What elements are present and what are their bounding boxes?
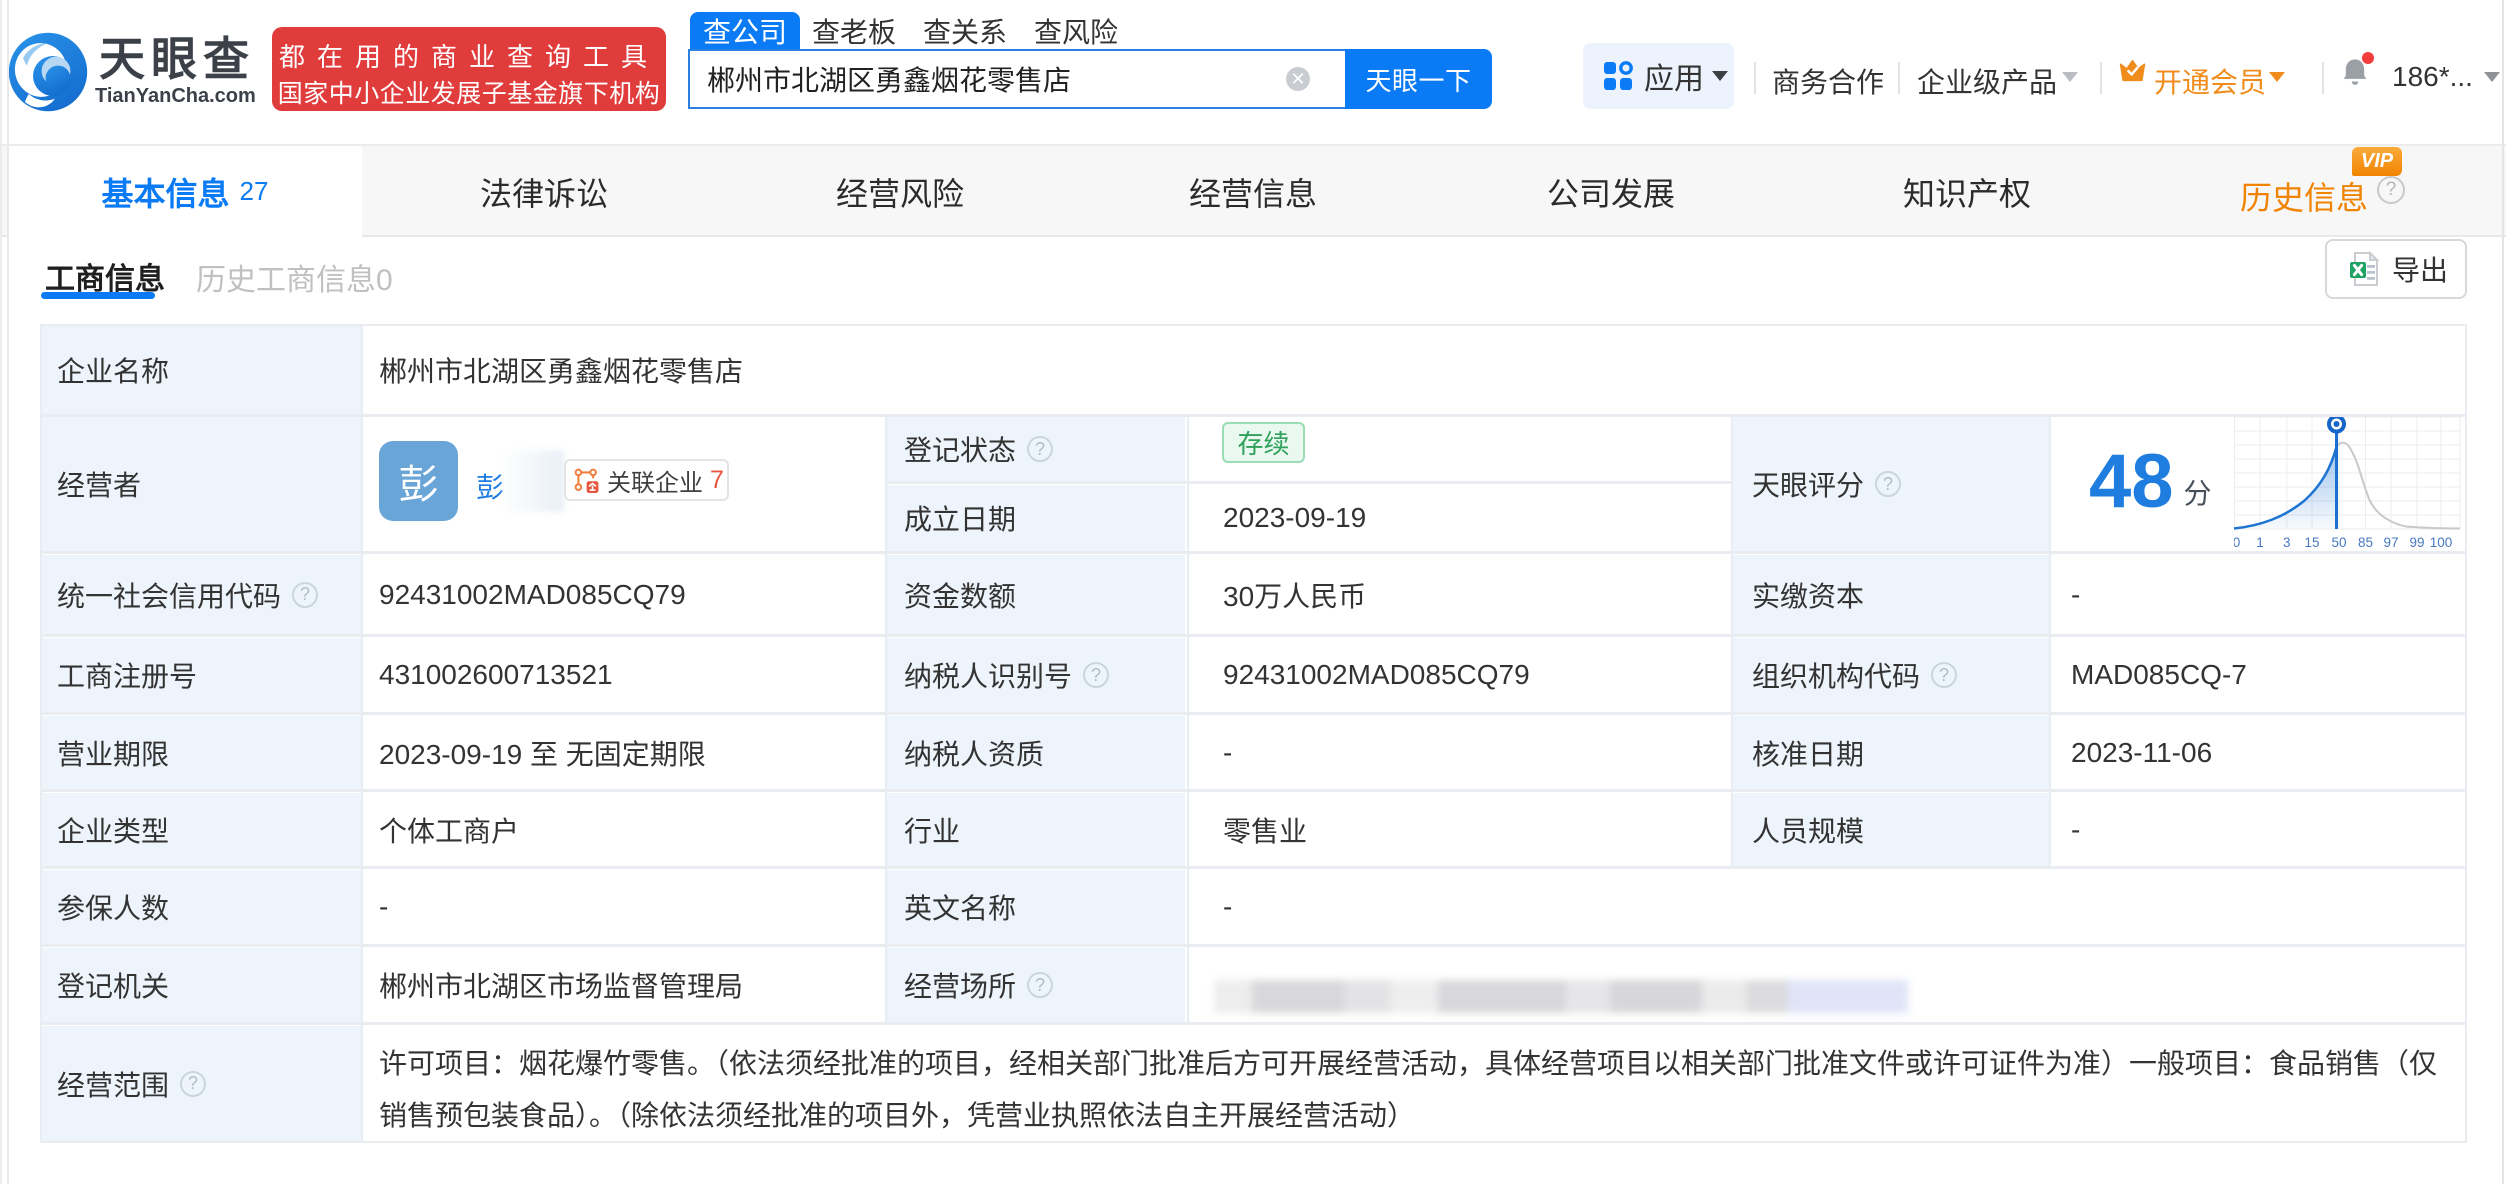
svg-text:100: 100 [2430,535,2453,550]
svg-text:15: 15 [2304,535,2319,550]
svg-text:3: 3 [2283,535,2291,550]
svg-text:1: 1 [2256,535,2264,550]
svg-text:0: 0 [2234,535,2240,550]
svg-text:97: 97 [2383,535,2398,550]
svg-text:85: 85 [2358,535,2373,550]
svg-text:50: 50 [2331,535,2346,550]
svg-text:99: 99 [2409,535,2424,550]
